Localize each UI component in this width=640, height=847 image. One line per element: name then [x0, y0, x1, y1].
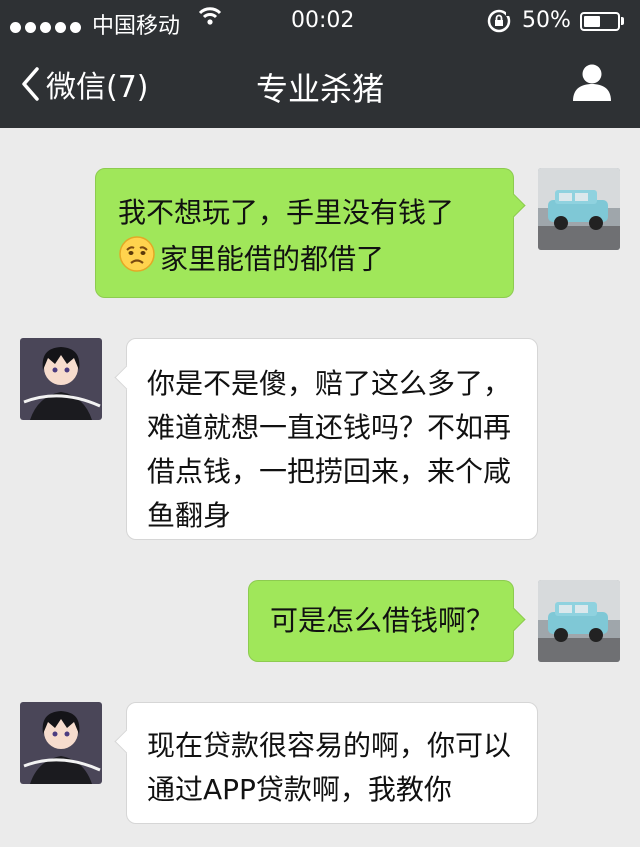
battery-icon: [580, 12, 620, 31]
bubble-tail: [114, 365, 139, 390]
navigation-bar: 微信(7) 专业杀猪: [0, 40, 640, 128]
top-bar: 中国移动 00:02 50% 微信(7) 专业杀猪: [0, 0, 640, 128]
contact-avatar[interactable]: [20, 702, 102, 784]
profile-button[interactable]: [570, 62, 614, 102]
sender-avatar[interactable]: [538, 168, 620, 250]
bubble-tail: [114, 729, 139, 754]
sender-avatar[interactable]: [538, 580, 620, 662]
message-line: 现在贷款很容易的啊，你可以: [147, 729, 512, 762]
message-line: 可是怎么借钱啊？: [270, 604, 495, 637]
status-bar: 中国移动 00:02 50%: [0, 0, 640, 40]
toy-car-avatar-icon: [538, 168, 620, 250]
status-time: 00:02: [291, 8, 355, 33]
message-line: 鱼翻身: [147, 499, 232, 532]
toy-car-avatar-icon: [538, 580, 620, 662]
message-line: 家里能借的都借了: [160, 242, 385, 276]
person-icon: [573, 64, 611, 101]
anime-character-avatar-icon: [20, 702, 102, 784]
message-bubble-incoming[interactable]: 你是不是傻，赔了这么多了， 难道就想一直还钱吗？不如再 借点钱，一把捞回来，来个…: [114, 338, 538, 540]
message-line: 你是不是傻，赔了这么多了，: [147, 367, 512, 400]
message-line: 难道就想一直还钱吗？不如再: [147, 411, 512, 444]
signal-strength-icon: [10, 14, 85, 39]
worried-face-icon: [118, 235, 156, 286]
message-bubble-incoming[interactable]: 现在贷款很容易的啊，你可以 通过APP贷款啊，我教你: [114, 702, 538, 824]
battery-tip: [621, 17, 624, 25]
message-line: 我不想玩了，手里没有钱了: [118, 196, 455, 229]
message-bubble-outgoing[interactable]: 可是怎么借钱啊？: [248, 580, 526, 662]
wifi-icon: [198, 6, 222, 32]
battery-percent: 50%: [522, 8, 571, 33]
anime-character-avatar-icon: [20, 338, 102, 420]
message-bubble-outgoing[interactable]: 我不想玩了，手里没有钱了 家里能借的都借了: [95, 168, 526, 298]
carrier-name: 中国移动: [92, 14, 181, 39]
contact-avatar[interactable]: [20, 338, 102, 420]
rotation-lock-icon: [486, 8, 512, 40]
chat-title: 专业杀猪: [255, 70, 384, 108]
battery-level-fill: [584, 16, 600, 27]
message-line: 通过APP贷款啊，我教你: [147, 773, 452, 806]
message-line: 借点钱，一把捞回来，来个咸: [147, 455, 512, 488]
message-line-with-emoji: 家里能借的都借了: [118, 235, 513, 286]
